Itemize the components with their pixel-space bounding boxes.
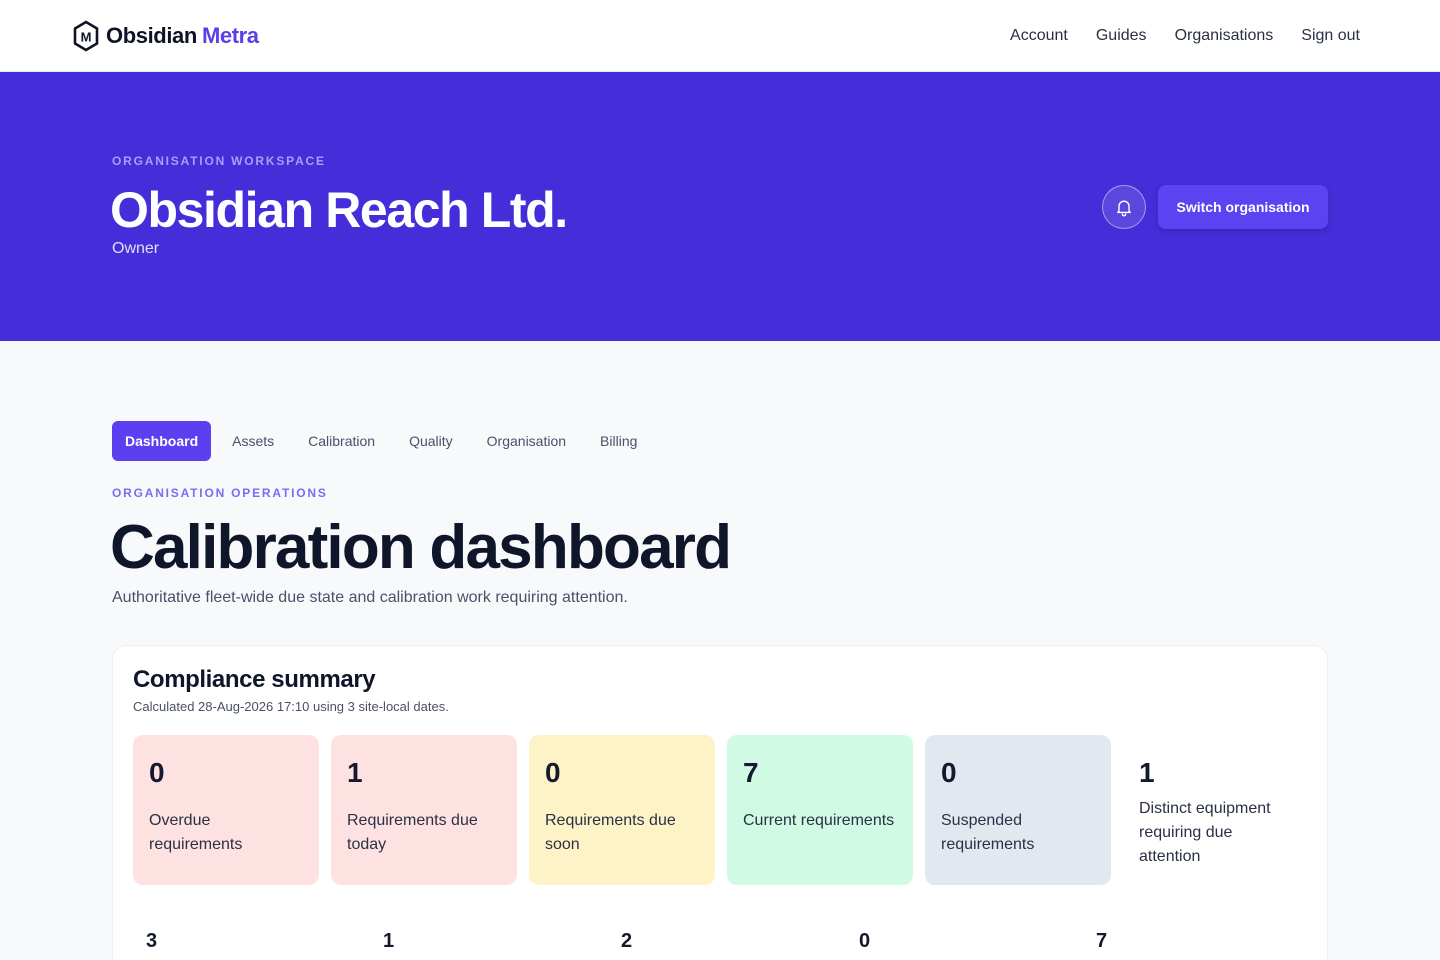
stat-label: Requirements due soon xyxy=(545,812,676,853)
organisation-name: Obsidian Reach Ltd. xyxy=(110,182,568,238)
stat-label: Suspended requirements xyxy=(941,812,1035,853)
secondary-stat-value: 2 xyxy=(621,930,633,952)
tab-organisation[interactable]: Organisation xyxy=(470,421,583,461)
brand-name-accent: Metra xyxy=(201,23,259,48)
stat-current: 7 Current requirements xyxy=(727,735,913,885)
nav-sign-out[interactable]: Sign out xyxy=(1301,24,1360,48)
tab-billing[interactable]: Billing xyxy=(583,421,654,461)
bell-icon xyxy=(1117,200,1131,217)
stat-suspended: 0 Suspended requirements xyxy=(925,735,1111,885)
compliance-summary-card: Compliance summary Calculated 28-Aug-202… xyxy=(112,645,1328,960)
workspace-eyebrow: ORGANISATION WORKSPACE xyxy=(112,154,326,168)
brand-name-primary: Obsidian xyxy=(106,23,197,48)
section-tabs: Dashboard Assets Calibration Quality Org… xyxy=(112,421,654,461)
page-title: Calibration dashboard xyxy=(110,513,732,582)
stat-value: 0 xyxy=(149,757,165,788)
secondary-stat-value: 7 xyxy=(1096,930,1108,952)
stat-value: 0 xyxy=(941,757,957,788)
stat-label: Current requirements xyxy=(743,812,895,829)
stat-label: Requirements due today xyxy=(347,812,478,853)
stat-value: 7 xyxy=(743,757,759,788)
stat-due-today: 1 Requirements due today xyxy=(331,735,517,885)
secondary-stat-value: 3 xyxy=(146,930,158,952)
header-links: Account Guides Organisations Sign out xyxy=(1010,24,1360,48)
stat-label: Overdue requirements xyxy=(149,812,243,853)
stat-value: 1 xyxy=(347,757,363,788)
hexagon-logo-icon: M xyxy=(73,20,99,52)
nav-guides[interactable]: Guides xyxy=(1096,24,1147,48)
secondary-stat-value: 1 xyxy=(383,930,395,952)
switch-organisation-button[interactable]: Switch organisation xyxy=(1158,185,1328,229)
stat-due-soon: 0 Requirements due soon xyxy=(529,735,715,885)
tab-calibration[interactable]: Calibration xyxy=(291,421,392,461)
tab-dashboard[interactable]: Dashboard xyxy=(112,421,212,461)
operations-eyebrow: ORGANISATION OPERATIONS xyxy=(112,486,328,500)
tab-quality[interactable]: Quality xyxy=(392,421,470,461)
nav-account[interactable]: Account xyxy=(1010,24,1068,48)
secondary-stat-value: 0 xyxy=(859,930,871,952)
page-subtitle: Authoritative fleet-wide due state and c… xyxy=(112,589,628,606)
summary-calculated-note: Calculated 28-Aug-2026 17:10 using 3 sit… xyxy=(133,699,449,714)
stat-value: 1 xyxy=(1139,757,1155,788)
stat-label: Distinct equipment requiring due attenti… xyxy=(1139,800,1271,865)
brand-name: Obsidian Metra xyxy=(106,23,259,49)
stat-value: 0 xyxy=(545,757,561,788)
logo-letter: M xyxy=(81,30,92,45)
stat-distinct-equipment: 1 Distinct equipment requiring due atten… xyxy=(1123,735,1309,885)
organisation-hero: ORGANISATION WORKSPACE Obsidian Reach Lt… xyxy=(0,72,1440,341)
nav-organisations[interactable]: Organisations xyxy=(1175,24,1274,48)
notifications-button[interactable] xyxy=(1102,185,1146,229)
top-navigation: M Obsidian Metra Account Guides Organisat… xyxy=(0,0,1440,72)
tab-assets[interactable]: Assets xyxy=(215,421,291,461)
organisation-role: Owner xyxy=(112,240,160,257)
stat-overdue: 0 Overdue requirements xyxy=(133,735,319,885)
summary-title: Compliance summary xyxy=(133,666,376,693)
brand-logo[interactable]: M Obsidian Metra xyxy=(72,20,259,52)
